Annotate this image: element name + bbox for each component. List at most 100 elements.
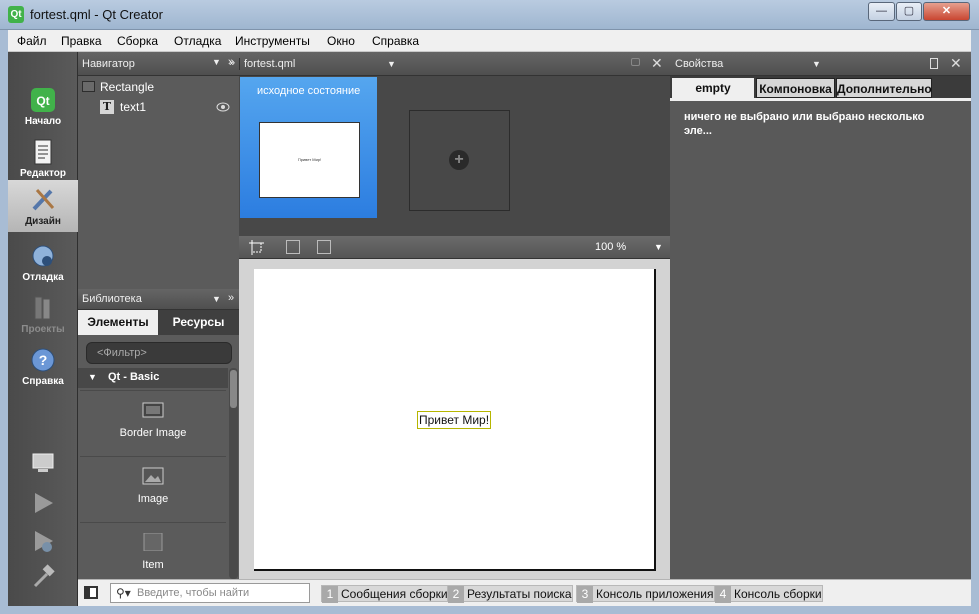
- chevron-down-icon[interactable]: ▼: [212, 57, 221, 67]
- border-image-icon: [142, 402, 164, 418]
- double-chevron-icon[interactable]: »: [228, 292, 234, 304]
- canvas-toolbar: 100 % ▼: [239, 236, 670, 259]
- mode-welcome[interactable]: Qt Начало: [8, 80, 78, 132]
- mode-design[interactable]: Дизайн: [8, 180, 78, 232]
- locator-search-input[interactable]: ⚲▾ Введите, чтобы найти: [110, 583, 310, 603]
- output-tab-number: 2: [448, 586, 464, 603]
- close-button[interactable]: ✕: [923, 2, 970, 21]
- chevron-down-icon[interactable]: ▼: [812, 59, 821, 69]
- library-tabs: Элементы Ресурсы: [78, 310, 239, 335]
- mode-projects[interactable]: Проекты: [8, 288, 78, 340]
- state-thumbnail: Привет Мир!: [259, 122, 360, 198]
- properties-panel: ничего не выбрано или выбрано несколько …: [670, 101, 971, 579]
- tab-elements[interactable]: Элементы: [78, 310, 158, 335]
- divider: [239, 58, 240, 70]
- mode-help[interactable]: ? Справка: [8, 340, 78, 392]
- debug-run-icon[interactable]: [30, 528, 56, 554]
- chevron-down-icon[interactable]: ▼: [387, 59, 396, 69]
- library-item-image[interactable]: Image: [80, 456, 226, 520]
- chevron-down-icon[interactable]: ▼: [654, 242, 663, 252]
- menu-debug[interactable]: Отладка: [174, 34, 221, 48]
- tab-resources[interactable]: Ресурсы: [158, 310, 239, 335]
- navigator-title: Навигатор: [82, 58, 135, 70]
- search-icon: ⚲▾: [116, 586, 131, 600]
- scrollbar-thumb[interactable]: [230, 370, 237, 408]
- snap-tool-icon[interactable]: [317, 240, 331, 254]
- library-item-border-image[interactable]: Border Image: [80, 390, 226, 454]
- output-tab-build-messages[interactable]: 1 Сообщения сборки: [321, 585, 449, 603]
- library-header[interactable]: Библиотека ▼ »: [78, 289, 239, 310]
- output-tab-number: 3: [577, 586, 593, 603]
- output-tab-search-results[interactable]: 2 Результаты поиска: [447, 585, 573, 603]
- maximize-button[interactable]: ▢: [896, 2, 922, 21]
- tab-advanced[interactable]: Дополнительно: [836, 78, 932, 98]
- target-selector-icon[interactable]: [30, 450, 56, 476]
- canvas-text-element[interactable]: Привет Мир!: [417, 411, 492, 429]
- anchor-tool-icon[interactable]: [286, 240, 300, 254]
- zoom-level[interactable]: 100 %: [595, 241, 626, 253]
- output-tab-label: Сообщения сборки: [341, 587, 448, 601]
- chevron-down-icon[interactable]: ▼: [212, 294, 221, 304]
- double-chevron-icon[interactable]: »: [229, 57, 235, 69]
- output-tab-app-console[interactable]: 3 Консоль приложения: [576, 585, 715, 603]
- search-placeholder: Введите, чтобы найти: [137, 587, 250, 599]
- output-tab-number: 1: [322, 586, 338, 603]
- window-frame-left: [0, 30, 8, 614]
- menu-edit[interactable]: Правка: [61, 34, 102, 48]
- properties-tabs: empty Компоновка Дополнительно: [670, 76, 971, 101]
- visibility-eye-icon[interactable]: [216, 102, 230, 112]
- properties-header[interactable]: Свойства ▼ ✕: [670, 52, 971, 76]
- navigator-header[interactable]: Навигатор ▼ »: [78, 52, 239, 76]
- output-tab-label: Консоль приложения: [596, 587, 714, 601]
- window-title: fortest.qml - Qt Creator: [30, 7, 163, 22]
- menu-build[interactable]: Сборка: [117, 34, 158, 48]
- title-bar: Qt fortest.qml - Qt Creator — ▢ ✕: [0, 0, 979, 30]
- menu-bar: Файл Правка Сборка Отладка Инструменты О…: [8, 30, 971, 52]
- mode-label: Начало: [24, 116, 62, 127]
- svg-text:?: ?: [39, 352, 48, 368]
- help-icon: ?: [31, 348, 55, 372]
- filter-input[interactable]: <Фильтр>: [86, 342, 232, 364]
- tree-item-text1[interactable]: T text1: [78, 97, 239, 117]
- add-state-button[interactable]: +: [409, 110, 510, 211]
- tree-item-label: text1: [120, 100, 147, 114]
- build-hammer-icon[interactable]: [30, 564, 56, 590]
- tab-empty[interactable]: empty: [672, 78, 754, 98]
- state-base[interactable]: исходное состояние Привет Мир!: [240, 77, 377, 218]
- library-panel: <Фильтр> ▼ Qt - Basic Border Image Image…: [78, 335, 239, 579]
- qt-logo-icon: Qt: [31, 88, 55, 112]
- design-canvas[interactable]: Привет Мир!: [239, 259, 670, 579]
- tree-item-rectangle[interactable]: Rectangle: [78, 77, 239, 97]
- root-rectangle[interactable]: Привет Мир!: [254, 269, 656, 571]
- menu-help[interactable]: Справка: [372, 34, 419, 48]
- brush-pencil-icon: [32, 189, 55, 211]
- triangle-down-icon: ▼: [88, 372, 97, 382]
- minimize-button[interactable]: —: [868, 2, 895, 21]
- run-icon[interactable]: [30, 490, 56, 516]
- library-group-qt-basic[interactable]: ▼ Qt - Basic: [78, 368, 228, 388]
- output-tab-label: Результаты поиска: [467, 587, 572, 601]
- mode-debug[interactable]: Отладка: [8, 236, 78, 288]
- qt-creator-logo-icon: Qt: [8, 6, 24, 23]
- no-selection-message: ничего не выбрано или выбрано несколько …: [684, 111, 925, 137]
- mode-label: Отладка: [22, 272, 64, 283]
- menu-tools[interactable]: Инструменты: [235, 34, 310, 48]
- library-group-label: Qt - Basic: [107, 371, 160, 383]
- close-document-icon[interactable]: ✕: [651, 55, 663, 72]
- navigator-tree: Rectangle T text1: [78, 76, 239, 289]
- document-file-selector[interactable]: fortest.qml: [244, 58, 295, 70]
- close-panel-icon[interactable]: ✕: [950, 55, 962, 72]
- menu-file[interactable]: Файл: [17, 34, 47, 48]
- library-item-item[interactable]: Item: [80, 522, 226, 579]
- menu-window[interactable]: Окно: [327, 34, 355, 48]
- mode-label: Редактор: [20, 168, 66, 179]
- lock-icon[interactable]: [631, 58, 640, 66]
- tab-layout[interactable]: Компоновка: [756, 78, 835, 98]
- output-tab-build-console[interactable]: 4 Консоль сборки: [714, 585, 823, 603]
- library-scrollbar[interactable]: [229, 368, 238, 579]
- properties-title: Свойства: [675, 58, 724, 70]
- mode-edit[interactable]: Редактор: [8, 132, 78, 184]
- select-tool-icon[interactable]: [249, 240, 264, 255]
- float-panel-icon[interactable]: [930, 58, 938, 69]
- toggle-sidebar-icon[interactable]: [84, 586, 98, 599]
